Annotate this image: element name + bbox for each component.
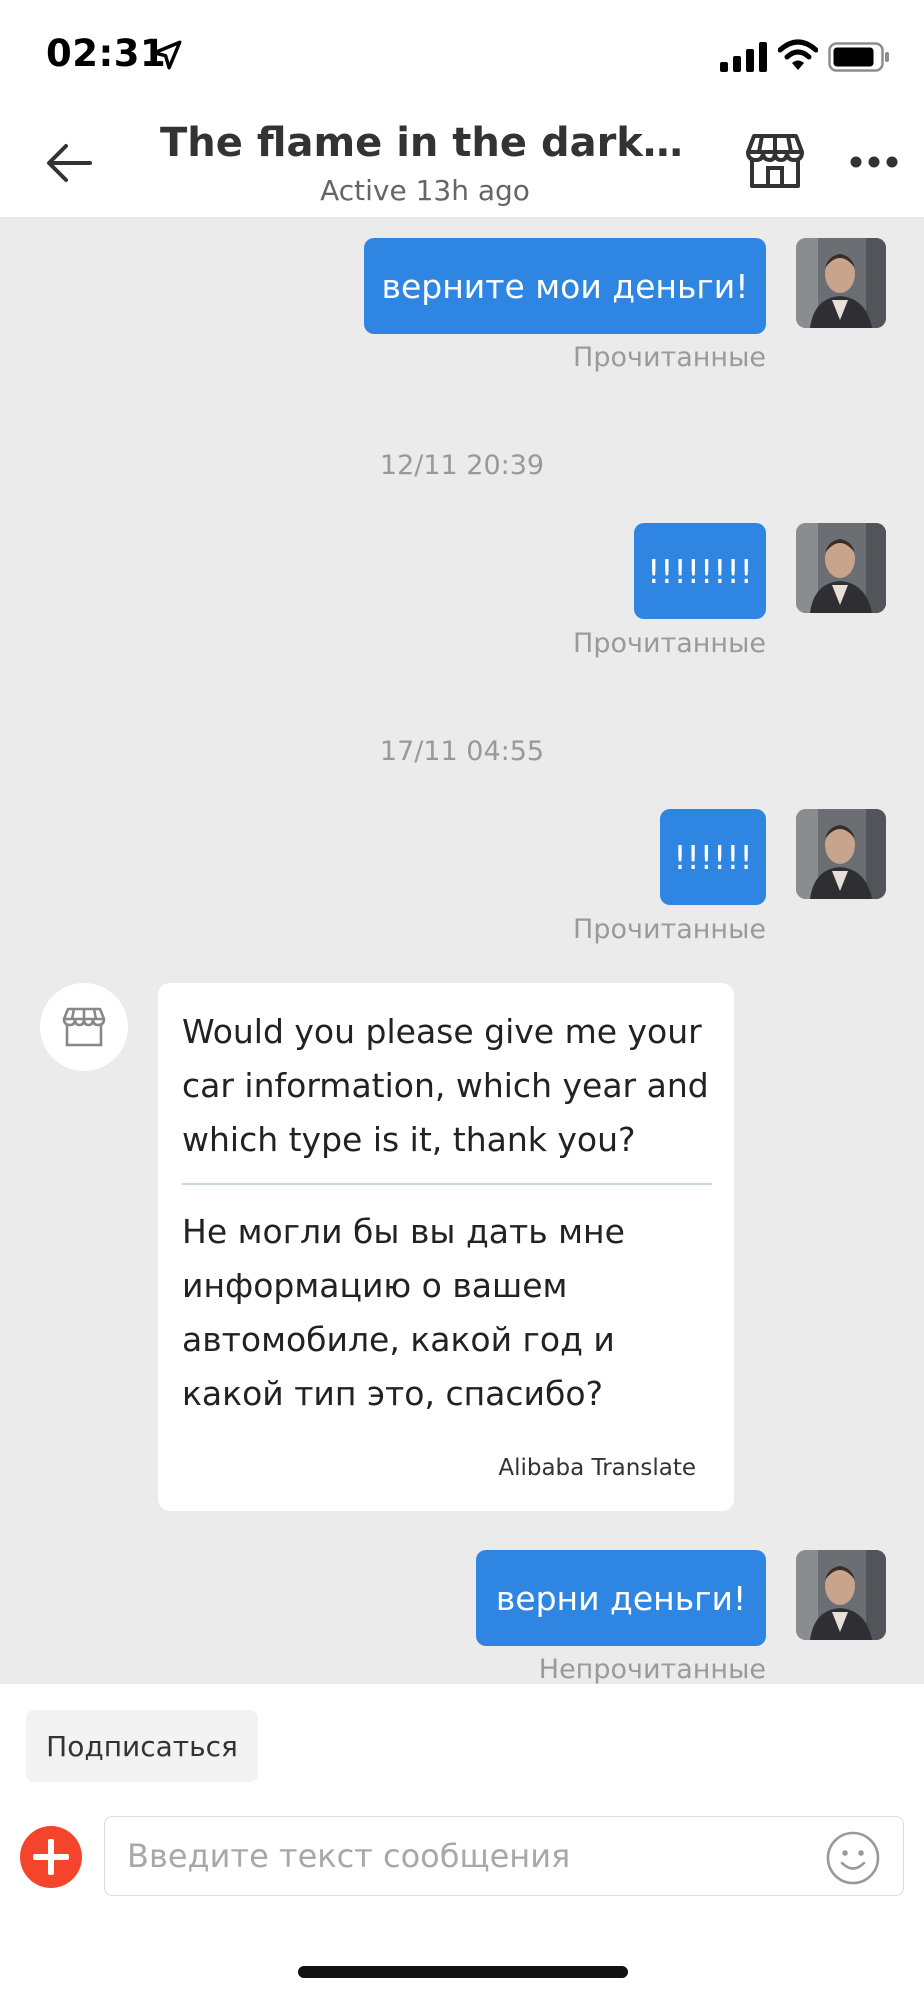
more-icon[interactable] — [848, 150, 900, 174]
outgoing-message[interactable]: !!!!!!!! — [634, 523, 766, 619]
read-status: Прочитанные — [573, 628, 766, 659]
incoming-message[interactable]: Would you please give me your car inform… — [158, 983, 734, 1511]
user-avatar — [796, 1550, 886, 1640]
back-arrow-icon[interactable] — [44, 138, 94, 188]
message-input[interactable] — [127, 1825, 807, 1887]
outgoing-message[interactable]: верните мои деньги! — [364, 238, 766, 334]
add-icon[interactable] — [20, 1826, 82, 1888]
status-bar: 02:31 — [0, 0, 924, 110]
unread-status: Непрочитанные — [538, 1654, 766, 1684]
emoji-icon[interactable] — [825, 1830, 881, 1886]
store-icon[interactable] — [744, 130, 806, 192]
outgoing-message[interactable]: !!!!!! — [660, 809, 766, 905]
location-arrow-icon — [152, 40, 182, 70]
store-icon — [62, 1007, 106, 1047]
outgoing-message[interactable]: верни деньги! — [476, 1550, 766, 1646]
message-translated-text: Не могли бы вы дать мне информацию о ваш… — [182, 1212, 625, 1413]
wifi-icon — [778, 39, 818, 70]
chat-thread[interactable]: верните мои деньги! Прочитанные 12/11 20… — [0, 218, 924, 1684]
user-avatar — [796, 238, 886, 328]
translation-divider — [182, 1183, 712, 1185]
chat-title[interactable]: The flame in the dark 2... — [160, 120, 690, 166]
cellular-signal-icon — [720, 42, 767, 72]
battery-icon — [828, 42, 889, 72]
status-time: 02:31 — [46, 32, 167, 75]
subscribe-button[interactable]: Подписаться — [26, 1710, 258, 1782]
read-status: Прочитанные — [573, 914, 766, 945]
read-status: Прочитанные — [573, 342, 766, 373]
message-composer[interactable] — [104, 1816, 904, 1896]
chat-header: The flame in the dark 2... Active 13h ag… — [0, 110, 924, 218]
chat-active-status: Active 13h ago — [320, 174, 530, 207]
user-avatar — [796, 523, 886, 613]
home-indicator[interactable] — [298, 1966, 628, 1978]
message-original-text: Would you please give me your car inform… — [182, 1012, 709, 1159]
timestamp: 12/11 20:39 — [379, 450, 545, 481]
user-avatar — [796, 809, 886, 899]
shop-avatar[interactable] — [40, 983, 128, 1071]
translation-credit: Alibaba Translate — [498, 1455, 696, 1481]
timestamp: 17/11 04:55 — [379, 736, 545, 767]
